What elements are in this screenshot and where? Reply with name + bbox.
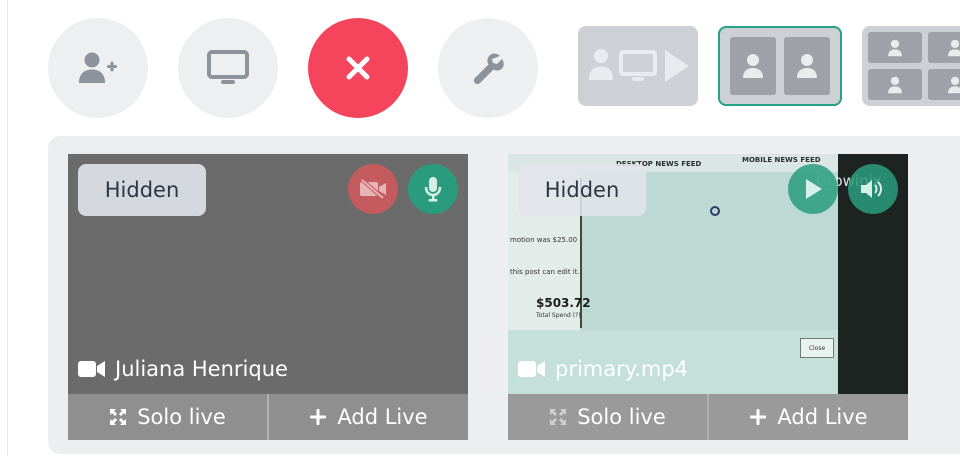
- volume-button[interactable]: [848, 164, 898, 214]
- source-label-row: Juliana Henrique: [78, 354, 288, 384]
- camera-icon: [518, 361, 545, 377]
- layout-tile: [868, 69, 922, 100]
- expand-icon: [110, 409, 127, 425]
- camera-icon: [78, 361, 105, 377]
- participant-video-area: Hidden Juliana Henrique: [68, 154, 468, 394]
- user-icon: [948, 76, 960, 93]
- participant-name: Juliana Henrique: [115, 357, 288, 381]
- add-live-label: Add Live: [777, 405, 868, 429]
- media-video-area: DESKTOP NEWS FEED MOBILE NEWS FEED motio…: [508, 154, 908, 394]
- user-plus-icon: [79, 52, 117, 83]
- layout-tile: [928, 69, 960, 100]
- user-icon: [797, 54, 817, 78]
- card-action-bar: Solo live Add Live: [508, 394, 908, 440]
- microphone-icon: [424, 177, 442, 202]
- user-icon: [743, 54, 763, 78]
- media-card: DESKTOP NEWS FEED MOBILE NEWS FEED motio…: [508, 154, 908, 440]
- expand-icon: [550, 409, 567, 425]
- user-icon: [948, 39, 960, 56]
- volume-icon: [861, 180, 882, 198]
- solo-live-label: Solo live: [137, 405, 226, 429]
- settings-button[interactable]: [438, 18, 538, 118]
- card-action-bar: Solo live Add Live: [68, 394, 468, 440]
- layout-tile: [928, 32, 960, 63]
- plus-icon: [750, 409, 767, 425]
- hidden-toggle-button[interactable]: Hidden: [518, 164, 646, 216]
- close-icon: [346, 56, 370, 80]
- add-live-button[interactable]: Add Live: [267, 394, 468, 440]
- video-text: Total Spend (?): [536, 312, 581, 319]
- play-icon: [806, 179, 822, 199]
- video-text: MOBILE NEWS FEED: [742, 156, 821, 164]
- camera-off-button[interactable]: [348, 164, 398, 214]
- video-text: Close: [800, 338, 834, 358]
- wrench-icon: [473, 53, 504, 85]
- user-icon: [888, 39, 902, 56]
- source-label-row: primary.mp4: [518, 354, 688, 384]
- video-text: this post can edit it.: [510, 268, 580, 276]
- add-live-label: Add Live: [337, 405, 428, 429]
- solo-live-button[interactable]: Solo live: [68, 394, 267, 440]
- video-text: motion was $25.00: [510, 236, 578, 244]
- mic-button[interactable]: [408, 164, 458, 214]
- layout-presenter-screen-play[interactable]: [578, 26, 698, 106]
- video-text: $503.72: [536, 296, 591, 310]
- add-guest-button[interactable]: [48, 18, 148, 118]
- solo-live-label: Solo live: [577, 405, 666, 429]
- video-cursor-ring: [710, 206, 720, 216]
- add-live-button[interactable]: Add Live: [707, 394, 908, 440]
- hidden-toggle-button[interactable]: Hidden: [78, 164, 206, 216]
- media-file-name: primary.mp4: [555, 357, 689, 381]
- layout-two-side-by-side[interactable]: [718, 26, 842, 106]
- presenter-screen-play-icon: [589, 49, 689, 82]
- video-off-icon: [359, 178, 386, 200]
- user-icon: [888, 76, 902, 93]
- monitor-icon: [207, 50, 249, 84]
- solo-live-button[interactable]: Solo live: [508, 394, 707, 440]
- participant-card: Hidden Juliana Henrique Solo live Add Li…: [68, 154, 468, 440]
- layout-grid-four[interactable]: [862, 26, 960, 106]
- plus-icon: [310, 409, 327, 425]
- layout-tile: [784, 37, 830, 95]
- share-screen-button[interactable]: [178, 18, 278, 118]
- end-session-button[interactable]: [308, 18, 408, 118]
- layout-tile: [868, 32, 922, 63]
- layout-tile: [730, 37, 776, 95]
- play-button[interactable]: [788, 164, 838, 214]
- left-rule: [0, 0, 8, 456]
